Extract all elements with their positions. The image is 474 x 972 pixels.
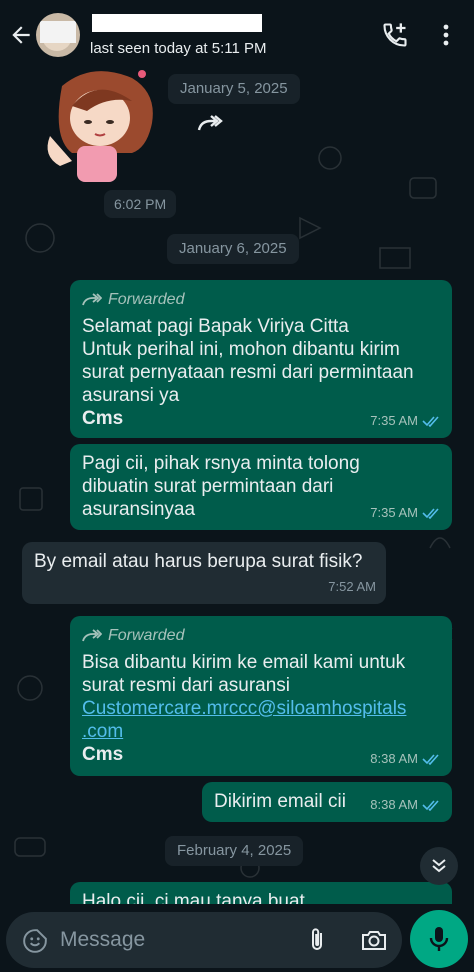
contact-name-redacted[interactable] [92, 14, 262, 32]
message-meta: 7:52 AM [328, 579, 376, 594]
message-text: Untuk perihal ini, mohon dibantu kirim [82, 339, 400, 360]
forwarded-label: Forwarded [82, 624, 440, 647]
read-ticks-icon [422, 507, 439, 519]
read-ticks-icon [422, 415, 439, 427]
message-text: By email atau harus berupa surat fisik? [34, 551, 363, 572]
email-link-continued[interactable]: .com [82, 720, 440, 743]
sticker-image[interactable] [32, 68, 162, 186]
date-separator: February 4, 2025 [165, 836, 304, 866]
back-arrow-icon[interactable] [8, 22, 34, 48]
message-list[interactable]: January 5, 2025 6:02 PM January 6, 2025 … [0, 68, 474, 904]
message-meta: 7:35 AM [370, 501, 442, 524]
message-meta: 7:35 AM [370, 409, 442, 432]
sticker-emoji-icon[interactable] [22, 928, 48, 954]
message-text: asuransi ya [82, 385, 180, 406]
incoming-message[interactable]: By email atau harus berupa surat fisik? … [22, 542, 386, 604]
read-ticks-icon [422, 753, 439, 765]
outgoing-message[interactable]: Pagi cii, pihak rsnya minta tolong dibua… [70, 444, 452, 530]
outgoing-message-partial[interactable]: Halo cii, ci mau tanya buat [70, 882, 452, 904]
forward-icon[interactable] [193, 110, 227, 140]
forwarded-label: Forwarded [82, 288, 440, 311]
microphone-icon [429, 927, 449, 951]
avatar[interactable] [36, 13, 80, 57]
message-meta: 8:38 AM [370, 793, 442, 816]
message-text: Bisa dibantu kirim ke email kami untuk [82, 652, 406, 673]
message-placeholder[interactable]: Message [60, 928, 145, 952]
email-link[interactable]: Customercare.mrccc@siloamhospitals [82, 697, 440, 720]
message-text: surat resmi dari asuransi [82, 675, 291, 696]
camera-icon[interactable] [360, 928, 388, 952]
message-text: surat pernyataan resmi dari permintaan [82, 362, 414, 383]
chat-header: last seen today at 5:11 PM [0, 0, 474, 68]
date-separator: January 6, 2025 [167, 234, 299, 264]
message-text: Halo cii, ci mau tanya buat [82, 891, 305, 904]
voice-message-button[interactable] [410, 910, 468, 968]
outgoing-message[interactable]: Forwarded Selamat pagi Bapak Viriya Citt… [70, 280, 452, 438]
sticker-timestamp: 6:02 PM [104, 190, 177, 218]
more-options-icon[interactable] [436, 22, 456, 48]
message-text: Selamat pagi Bapak Viriya Citta [82, 316, 349, 337]
forwarded-icon [82, 292, 102, 305]
date-separator: January 5, 2025 [168, 74, 300, 104]
message-meta: 8:38 AM [370, 747, 442, 770]
composer-bar: Message [0, 904, 474, 972]
double-chevron-down-icon [432, 859, 446, 873]
outgoing-message[interactable]: Forwarded Bisa dibantu kirim ke email ka… [70, 616, 452, 776]
message-text: dibuatin surat permintaan dari [82, 476, 334, 497]
read-ticks-icon [422, 799, 439, 811]
last-seen-status: last seen today at 5:11 PM [90, 40, 267, 57]
message-text: Pagi cii, pihak rsnya minta tolong [82, 453, 360, 474]
scroll-to-bottom-button[interactable] [420, 847, 458, 885]
forwarded-icon [82, 628, 102, 641]
message-input-box[interactable]: Message [6, 912, 402, 968]
attachment-icon[interactable] [306, 926, 328, 954]
add-call-icon[interactable] [381, 21, 409, 49]
outgoing-message[interactable]: Dikirim email cii 8:38 AM [202, 782, 452, 822]
